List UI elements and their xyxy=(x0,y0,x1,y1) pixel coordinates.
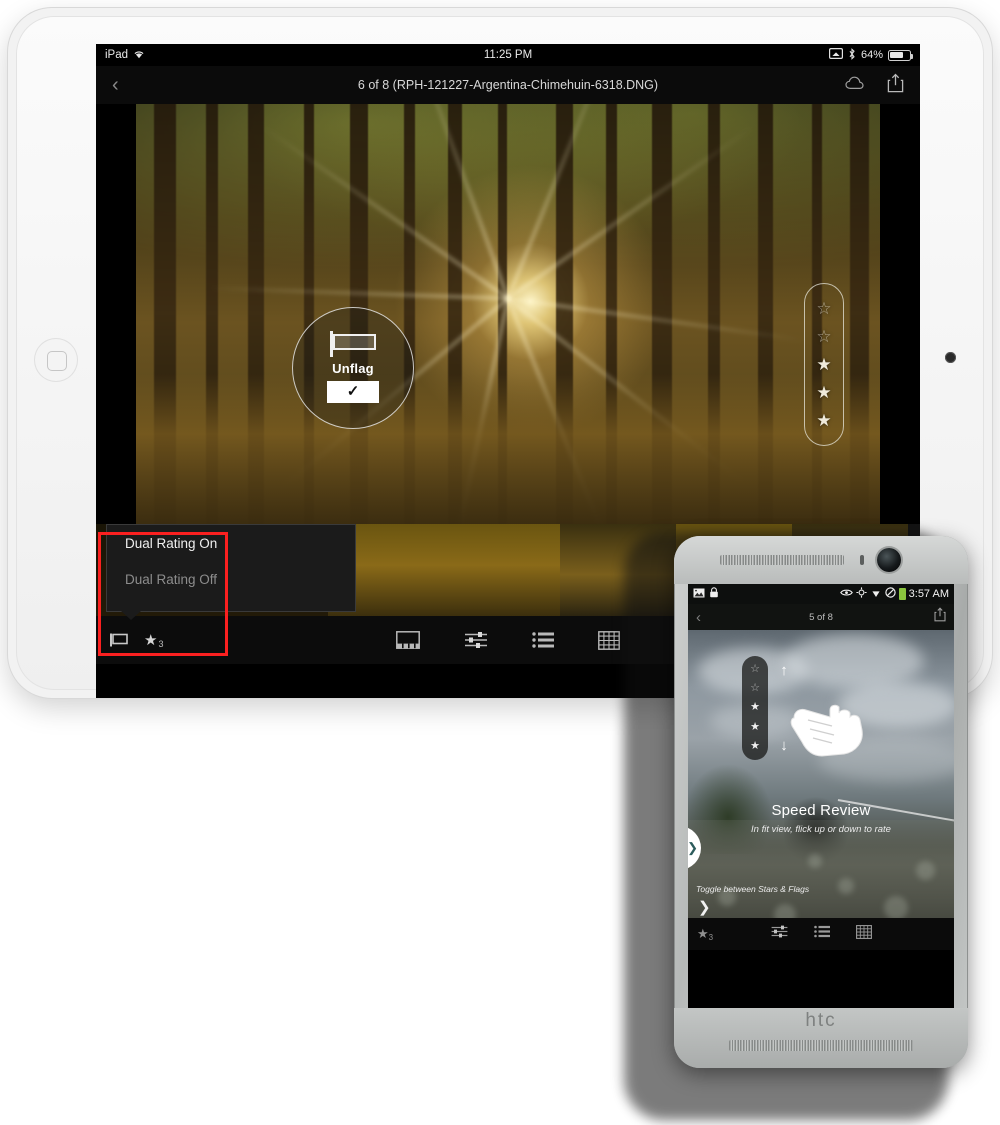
star-1-icon[interactable]: ★ xyxy=(750,740,760,752)
wifi-icon xyxy=(133,49,145,62)
star-4-icon[interactable]: ☆ xyxy=(816,328,831,345)
coachmark-subtitle: In fit view, flick up or down to rate xyxy=(751,824,891,835)
phone-view-mode-buttons xyxy=(771,924,872,944)
list-view-icon[interactable] xyxy=(813,925,830,943)
speed-review-coachmark: Speed Review In fit view, flick up or do… xyxy=(688,802,954,835)
wifi-icon xyxy=(870,588,882,601)
star-3-icon[interactable]: ★ xyxy=(816,356,831,373)
ipad-front-camera xyxy=(945,352,956,363)
htc-phone-device: 3:57 AM ‹ 5 of 8 ❯ ☆ ☆ ★ ★ ★ ↑ ↓ Speed R… xyxy=(616,522,968,1122)
star-icon: ★ xyxy=(697,926,709,941)
status-left: iPad xyxy=(105,49,145,62)
flag-icon[interactable] xyxy=(110,633,128,647)
device-name-label: iPad xyxy=(105,49,129,61)
battery-icon xyxy=(888,49,914,61)
android-clock-label: 3:57 AM xyxy=(908,588,949,600)
hand-cursor-icon xyxy=(786,680,872,758)
status-right: 64% xyxy=(828,47,914,63)
ipad-photo-viewer[interactable]: Unflag ✓ ☆ ☆ ★ ★ ★ xyxy=(96,104,920,524)
mute-icon xyxy=(884,587,896,601)
phone-sensor xyxy=(860,555,864,565)
menu-item-dual-rating-off[interactable]: Dual Rating Off xyxy=(125,572,337,587)
eye-icon xyxy=(839,588,853,600)
rating-controls: ★ 3 xyxy=(110,631,163,649)
location-icon xyxy=(856,587,867,601)
page-title: 6 of 8 (RPH-121227-Argentina-Chimehuin-6… xyxy=(357,78,659,92)
unflag-label: Unflag xyxy=(332,360,374,376)
checkmark-icon[interactable]: ✓ xyxy=(327,380,379,403)
arrow-up-icon: ↑ xyxy=(780,662,788,679)
phone-top-bezel xyxy=(674,536,968,584)
bluetooth-icon xyxy=(848,47,856,63)
dual-rating-popup-wrap: Dual Rating On Dual Rating Off xyxy=(96,516,366,620)
status-time: 11:25 PM xyxy=(483,49,533,61)
toggle-stars-flags-hint: Toggle between Stars & Flags xyxy=(696,884,810,894)
dual-rating-popup[interactable]: Dual Rating On Dual Rating Off xyxy=(106,524,356,620)
unflag-overlay[interactable]: Unflag ✓ xyxy=(292,307,414,429)
chevron-left-icon[interactable]: ‹ xyxy=(112,75,119,95)
phone-front-camera xyxy=(877,548,901,572)
chevron-right-hint-icon[interactable]: ❯ xyxy=(698,898,711,916)
lock-icon xyxy=(709,587,719,601)
htc-logo: htc xyxy=(805,1010,837,1031)
cloud-icon[interactable] xyxy=(845,76,865,95)
phone-speaker-grille xyxy=(729,1040,913,1051)
battery-percent-label: 64% xyxy=(860,49,883,61)
star-5-icon[interactable]: ☆ xyxy=(816,300,831,317)
view-mode-buttons xyxy=(396,630,620,650)
battery-icon xyxy=(898,588,906,600)
coachmark-title: Speed Review xyxy=(771,802,871,819)
screen-mirroring-icon xyxy=(828,48,843,62)
share-icon[interactable] xyxy=(934,607,946,627)
phone-star-count-badge[interactable]: ★ 3 xyxy=(697,926,713,942)
star-4-icon[interactable]: ☆ xyxy=(750,683,760,694)
phone-page-title: 5 of 8 xyxy=(809,611,833,623)
ios-status-bar: iPad 11:25 PM 64% xyxy=(96,44,920,66)
share-icon[interactable] xyxy=(887,73,904,98)
star-2-icon[interactable]: ★ xyxy=(750,721,760,733)
star-icon: ★ xyxy=(144,632,158,649)
star-5-icon[interactable]: ☆ xyxy=(750,664,760,675)
ipad-nav-bar: ‹ 6 of 8 (RPH-121227-Argentina-Chimehuin… xyxy=(96,66,920,104)
image-icon xyxy=(693,588,705,601)
nav-actions xyxy=(845,73,904,98)
phone-bottom-bezel: htc xyxy=(674,1008,968,1068)
adjust-sliders-icon[interactable] xyxy=(771,925,788,943)
photo-ground xyxy=(136,374,880,524)
adjust-sliders-icon[interactable] xyxy=(464,631,488,649)
android-status-right: 3:57 AM xyxy=(839,587,949,601)
star-2-icon[interactable]: ★ xyxy=(816,384,831,401)
star-count-badge[interactable]: ★ 3 xyxy=(144,631,163,649)
menu-item-dual-rating-on[interactable]: Dual Rating On xyxy=(125,537,337,551)
phone-screen: 3:57 AM ‹ 5 of 8 ❯ ☆ ☆ ★ ★ ★ ↑ ↓ Speed R… xyxy=(688,584,954,1008)
filmstrip-thumb[interactable] xyxy=(444,524,560,616)
star-rating-strip[interactable]: ☆ ☆ ★ ★ ★ xyxy=(742,656,768,760)
star-rating-capsule[interactable]: ☆ ☆ ★ ★ ★ xyxy=(804,283,844,446)
flag-outline-icon xyxy=(330,330,376,357)
phone-nav-bar: ‹ 5 of 8 xyxy=(688,604,954,630)
star-count-label: 3 xyxy=(158,639,164,649)
phone-earpiece-grille xyxy=(720,555,844,565)
grid-view-icon[interactable] xyxy=(855,924,872,944)
star-3-icon[interactable]: ★ xyxy=(750,702,760,713)
filmstrip-view-icon[interactable] xyxy=(396,631,420,649)
star-1-icon[interactable]: ★ xyxy=(816,412,831,429)
screenshot-stage: iPad 11:25 PM 64% ‹ 6 of 8 (RPH-121227-A… xyxy=(0,0,1000,1125)
phone-photo-viewer[interactable]: ❯ ☆ ☆ ★ ★ ★ ↑ ↓ Speed Review In fit view… xyxy=(688,630,954,950)
phone-body: 3:57 AM ‹ 5 of 8 ❯ ☆ ☆ ★ ★ ★ ↑ ↓ Speed R… xyxy=(674,536,968,1068)
forest-sunset-photo xyxy=(136,104,880,524)
phone-bottom-toolbar: ★ 3 xyxy=(688,918,954,950)
phone-star-count-label: 3 xyxy=(708,933,714,942)
ipad-home-button[interactable] xyxy=(34,338,78,382)
list-view-icon[interactable] xyxy=(532,631,554,649)
android-status-bar: 3:57 AM xyxy=(688,584,954,604)
